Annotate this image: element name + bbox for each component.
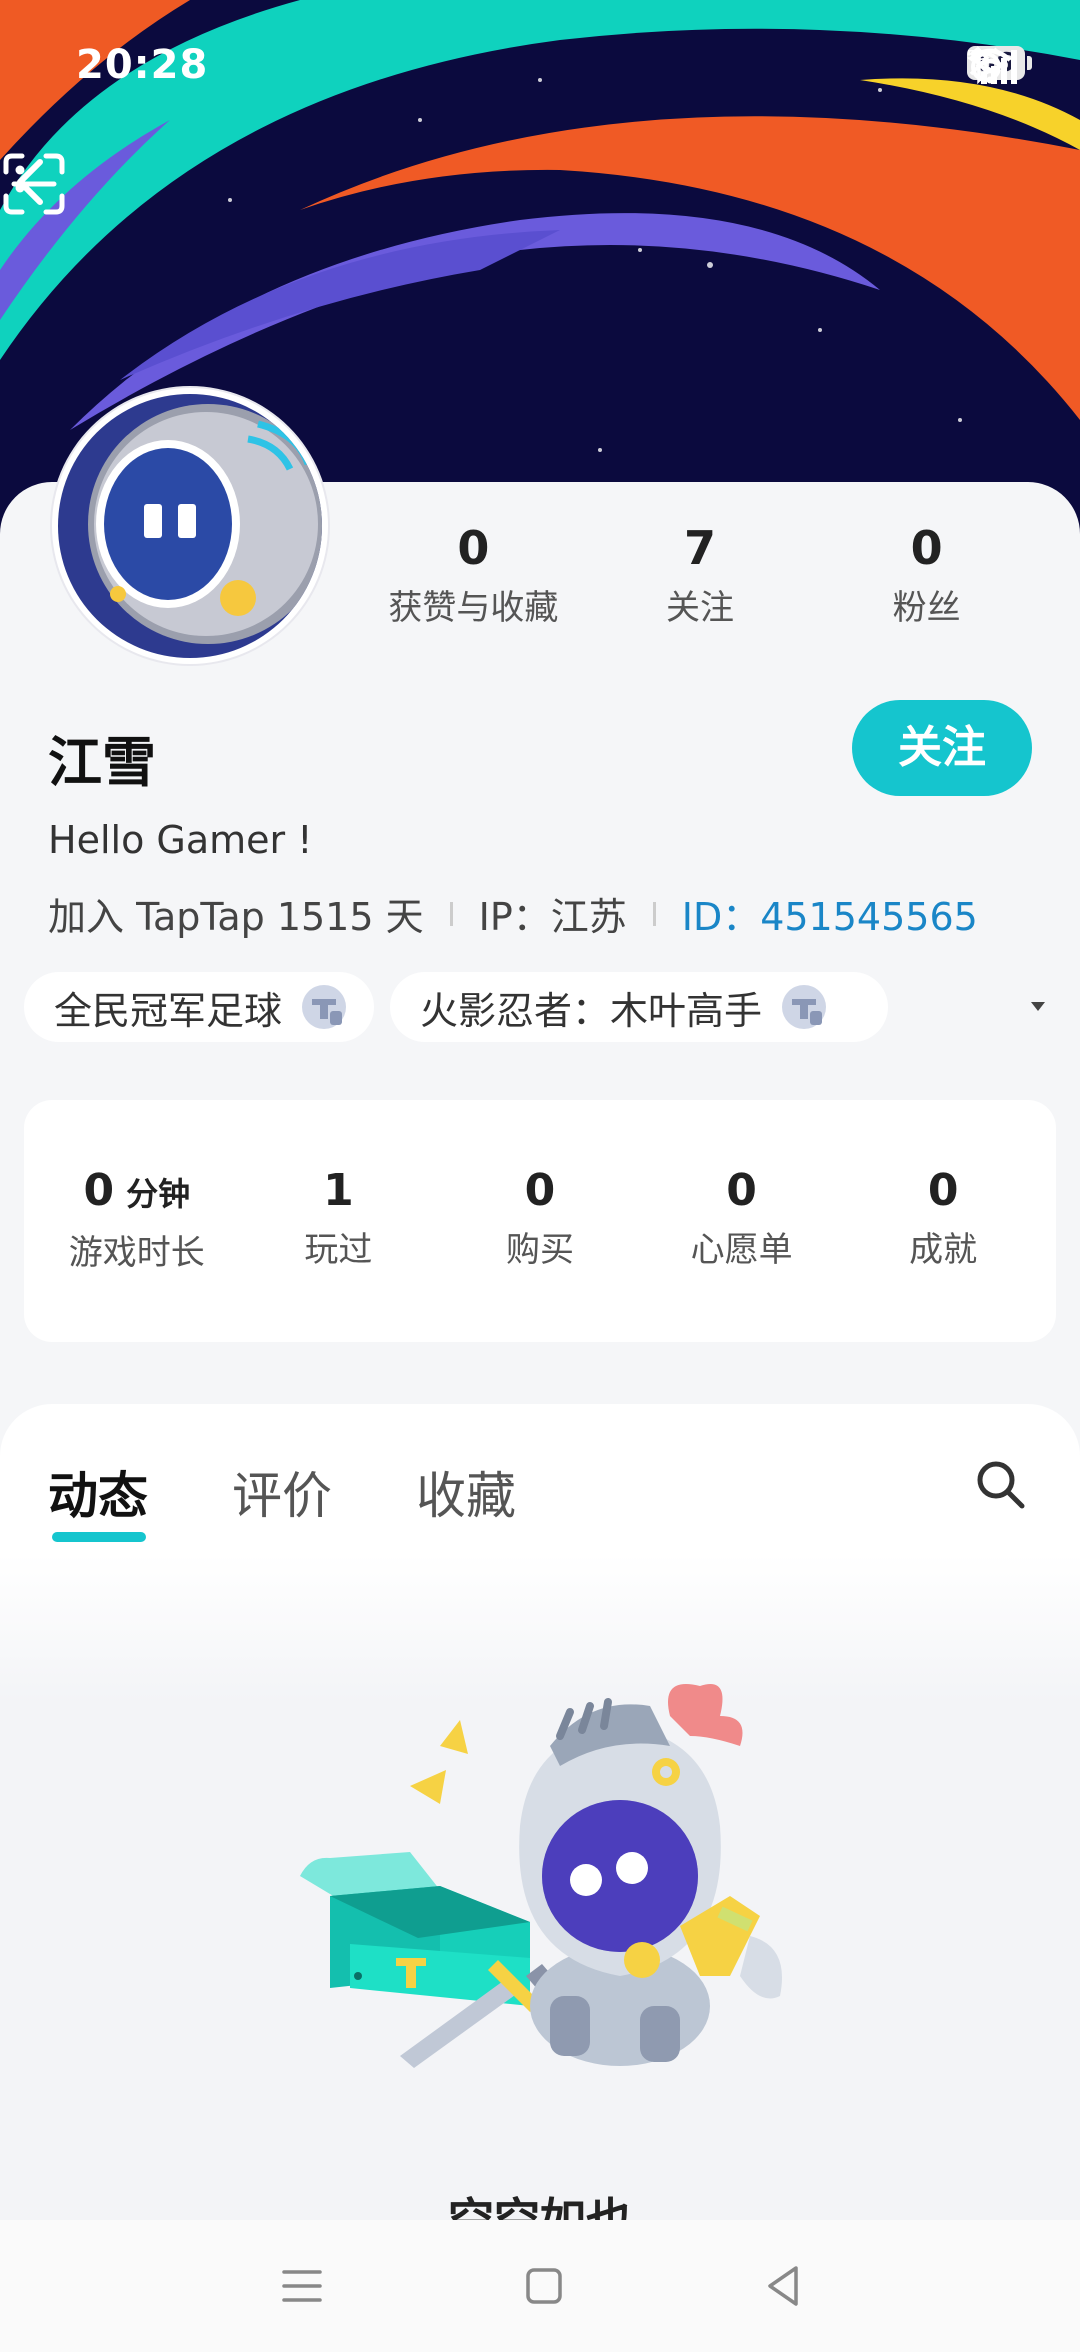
menu-icon[interactable] (272, 2256, 332, 2316)
played-value: 1 (323, 1165, 354, 1216)
play-time-unit: 分钟 (126, 1175, 191, 1213)
tab-favorites-label: 收藏 (416, 1467, 516, 1525)
tab-feed-label: 动态 (48, 1467, 148, 1525)
achievements-label: 成就 (909, 1230, 978, 1270)
profile-stats: 0 获赞与收藏 7 关注 0 粉丝 (360, 520, 1040, 629)
status-icons: 5G 56 (967, 46, 1032, 84)
stat-likes-label: 获赞与收藏 (388, 588, 559, 628)
ip-location: IP：江苏 (478, 895, 627, 939)
game-tag-label: 全民冠军足球 (54, 988, 283, 1033)
stat-wishlist[interactable]: 0 心愿单 (641, 1100, 843, 1342)
join-duration: 加入 TapTap 1515 天 (48, 895, 424, 939)
stat-purchased[interactable]: 0 购买 (439, 1100, 641, 1342)
tab-reviews-label: 评价 (232, 1467, 332, 1525)
divider (449, 901, 453, 926)
tab-favorites[interactable]: 收藏 (416, 1456, 516, 1528)
system-nav-bar (0, 2220, 1080, 2352)
expand-arrow-icon[interactable] (1028, 996, 1048, 1016)
game-tags: 全民冠军足球 火影忍者：木叶高手 (24, 972, 1064, 1042)
stat-followers-label: 粉丝 (892, 588, 961, 628)
stat-followers-value: 0 (910, 521, 943, 575)
stat-following[interactable]: 7 关注 (587, 520, 814, 629)
avatar[interactable] (52, 388, 328, 664)
active-tab-indicator (52, 1532, 146, 1542)
home-icon[interactable] (514, 2256, 574, 2316)
game-tag-label: 火影忍者：木叶高手 (420, 988, 763, 1033)
top-bar (0, 150, 1080, 230)
content-panel: 动态 评价 收藏 空空如也 (0, 1404, 1080, 2220)
empty-state-knight-illustration (300, 1684, 782, 2068)
user-id[interactable]: ID：451545565 (682, 886, 978, 941)
cellular-signal-icon: 5G (967, 47, 1017, 84)
game-stats-card: 0 分钟 游戏时长 1 玩过 0 购买 0 心愿单 0 成就 (24, 1100, 1056, 1342)
follow-button[interactable]: 关注 (852, 700, 1032, 796)
avatar-robot-image (58, 394, 322, 658)
achievements-value: 0 (927, 1165, 959, 1216)
play-time-label: 游戏时长 (68, 1233, 205, 1273)
stat-likes[interactable]: 0 获赞与收藏 (360, 520, 587, 629)
status-bar: 20:28 5G 56 (0, 0, 1080, 120)
purchased-value: 0 (524, 1165, 556, 1216)
stat-following-label: 关注 (666, 588, 734, 628)
user-name: 江雪 (48, 731, 156, 794)
played-label: 玩过 (304, 1230, 373, 1270)
game-tag[interactable]: 火影忍者：木叶高手 (390, 972, 888, 1042)
svg-text:5G: 5G (967, 47, 987, 64)
taptap-level-badge-icon (302, 985, 347, 1029)
stat-likes-value: 0 (457, 521, 490, 575)
stat-played[interactable]: 1 玩过 (238, 1100, 440, 1342)
tab-reviews[interactable]: 评价 (232, 1456, 332, 1528)
purchased-label: 购买 (505, 1230, 574, 1270)
stat-following-value: 7 (684, 521, 717, 575)
user-meta: 加入 TapTap 1515 天 IP：江苏 ID：451545565 (48, 886, 978, 941)
wishlist-value: 0 (726, 1165, 757, 1216)
taptap-level-badge-icon (782, 985, 827, 1029)
stat-followers[interactable]: 0 粉丝 (813, 520, 1040, 629)
content-tabs: 动态 评价 收藏 (48, 1456, 516, 1542)
status-time: 20:28 (76, 42, 209, 88)
divider (652, 901, 656, 926)
search-icon[interactable] (972, 1456, 1028, 1512)
tab-feed[interactable]: 动态 (48, 1456, 148, 1542)
game-tag[interactable]: 全民冠军足球 (24, 972, 374, 1042)
stat-play-time[interactable]: 0 分钟 游戏时长 (36, 1100, 238, 1342)
back-nav-icon[interactable] (754, 2256, 814, 2316)
more-vertical-icon[interactable] (0, 150, 40, 210)
play-time-value: 0 (83, 1165, 115, 1216)
user-bio: Hello Gamer ! (48, 818, 313, 862)
stat-achievements[interactable]: 0 成就 (842, 1100, 1044, 1342)
empty-state-text: 空空如也 (448, 2193, 632, 2220)
wishlist-label: 心愿单 (690, 1230, 793, 1270)
